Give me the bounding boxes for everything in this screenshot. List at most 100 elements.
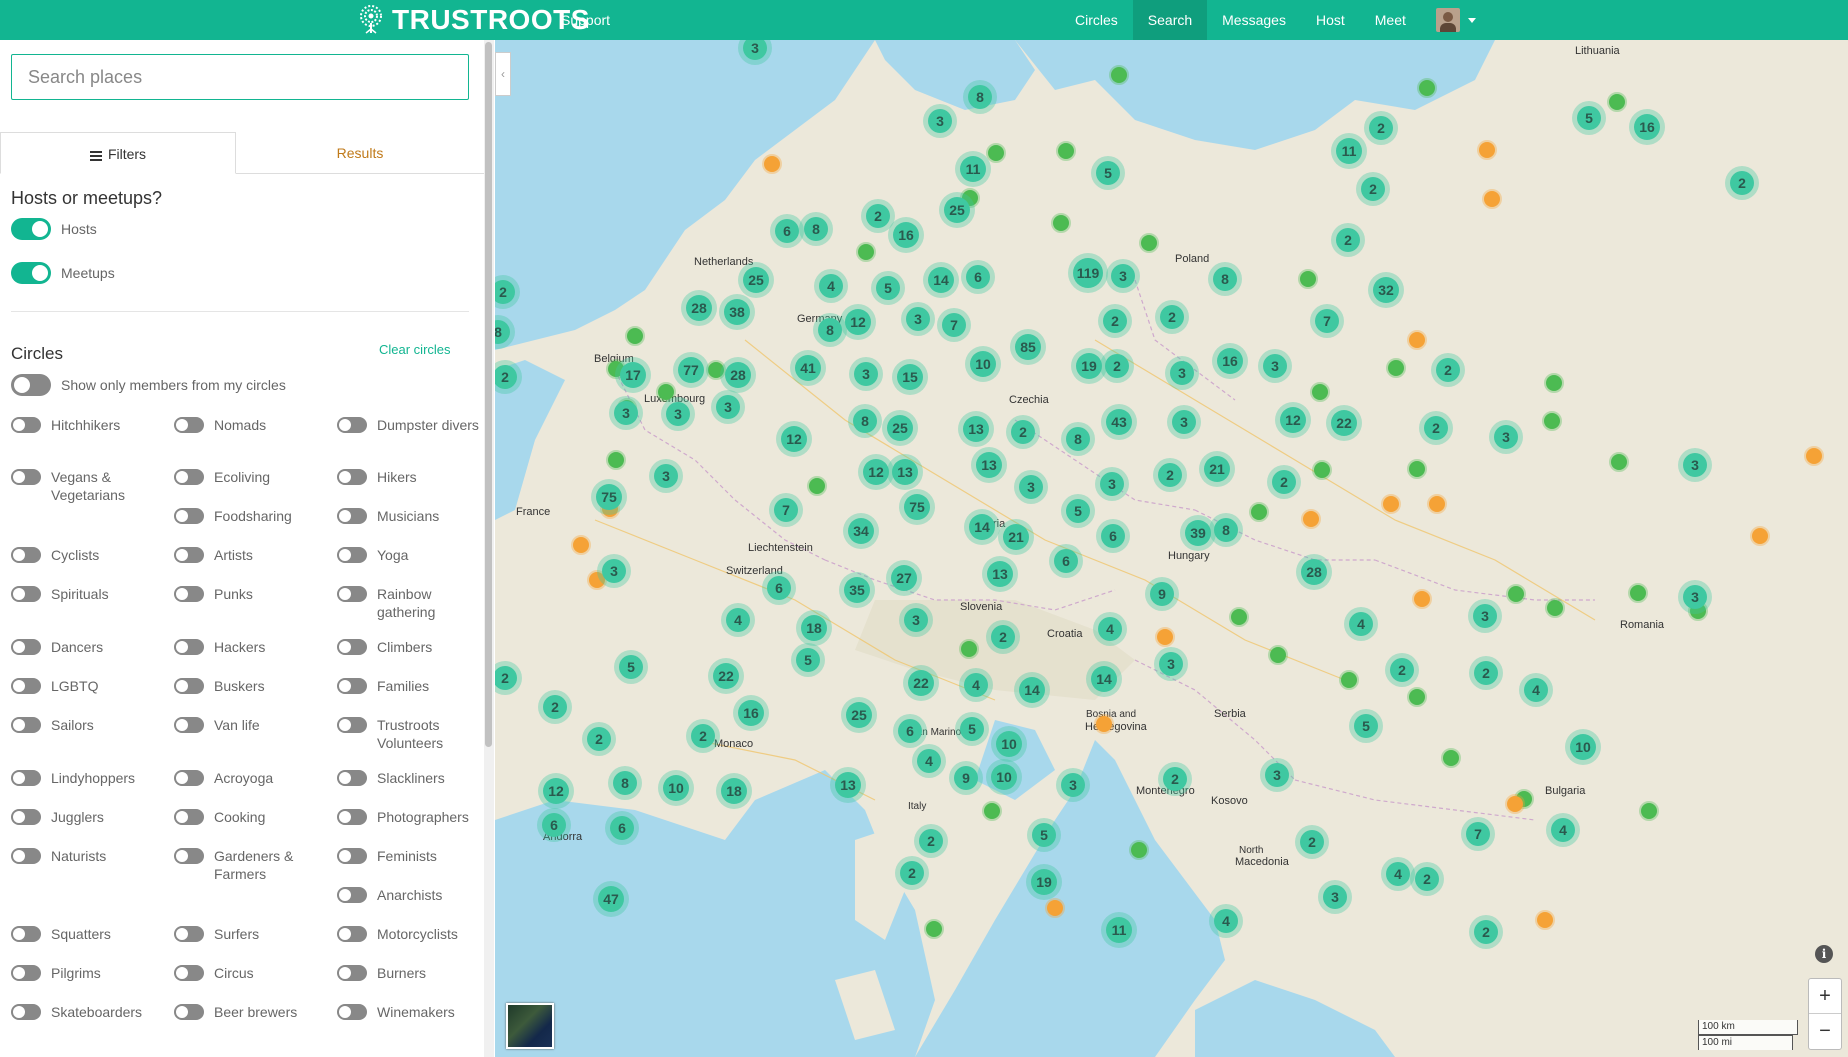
cluster-marker[interactable]: 11 xyxy=(1331,133,1367,169)
meetup-marker[interactable] xyxy=(1750,526,1770,546)
zoom-in-button[interactable]: + xyxy=(1809,979,1841,1014)
cluster-marker[interactable]: 2 xyxy=(582,722,616,756)
cluster-marker[interactable]: 10 xyxy=(991,726,1027,762)
circle-toggle[interactable] xyxy=(174,848,204,864)
circle-toggle[interactable] xyxy=(11,926,41,942)
cluster-marker[interactable]: 3 xyxy=(1095,467,1129,501)
meetup-marker[interactable] xyxy=(1045,898,1065,918)
nav-circles[interactable]: Circles xyxy=(1060,0,1133,40)
cluster-marker[interactable]: 32 xyxy=(1368,272,1404,308)
host-marker[interactable] xyxy=(1545,598,1565,618)
circle-toggle[interactable] xyxy=(11,678,41,694)
circle-toggle[interactable] xyxy=(337,717,367,733)
circle-toggle[interactable] xyxy=(11,848,41,864)
cluster-marker[interactable]: 3 xyxy=(1489,420,1523,454)
circle-toggle[interactable] xyxy=(11,417,41,433)
cluster-marker[interactable]: 85 xyxy=(1010,329,1046,365)
cluster-marker[interactable]: 7 xyxy=(1310,304,1344,338)
cluster-marker[interactable]: 3 xyxy=(1154,647,1188,681)
cluster-marker[interactable]: 75 xyxy=(899,489,935,525)
cluster-marker[interactable]: 2 xyxy=(986,620,1020,654)
cluster-marker[interactable]: 3 xyxy=(609,396,643,430)
meetup-marker[interactable] xyxy=(1804,446,1824,466)
host-marker[interactable] xyxy=(1129,840,1149,860)
cluster-marker[interactable]: 28 xyxy=(681,290,717,326)
host-marker[interactable] xyxy=(656,382,676,402)
cluster-marker[interactable]: 16 xyxy=(888,217,924,253)
circle-toggle[interactable] xyxy=(11,547,41,563)
cluster-marker[interactable]: 17 xyxy=(615,357,651,393)
host-marker[interactable] xyxy=(1506,584,1526,604)
user-menu[interactable] xyxy=(1421,0,1486,40)
cluster-marker[interactable]: 5 xyxy=(1572,101,1606,135)
host-marker[interactable] xyxy=(1407,687,1427,707)
cluster-marker[interactable]: 13 xyxy=(887,454,923,490)
cluster-marker[interactable]: 2 xyxy=(1331,223,1365,257)
cluster-marker[interactable]: 25 xyxy=(882,410,918,446)
cluster-marker[interactable]: 3 xyxy=(1056,768,1090,802)
cluster-marker[interactable]: 6 xyxy=(893,714,927,748)
circle-toggle[interactable] xyxy=(11,586,41,602)
host-marker[interactable] xyxy=(856,242,876,262)
cluster-marker[interactable]: 4 xyxy=(814,269,848,303)
cluster-marker[interactable]: 2 xyxy=(1295,825,1329,859)
cluster-marker[interactable]: 7 xyxy=(769,493,803,527)
cluster-marker[interactable]: 3 xyxy=(1468,599,1502,633)
cluster-marker[interactable]: 75 xyxy=(591,479,627,515)
host-marker[interactable] xyxy=(982,801,1002,821)
circle-toggle[interactable] xyxy=(337,469,367,485)
nav-meet[interactable]: Meet xyxy=(1360,0,1421,40)
circle-toggle[interactable] xyxy=(337,770,367,786)
cluster-marker[interactable]: 2 xyxy=(538,690,572,724)
host-marker[interactable] xyxy=(1639,801,1659,821)
cluster-marker[interactable]: 5 xyxy=(1091,156,1125,190)
cluster-marker[interactable]: 25 xyxy=(841,697,877,733)
cluster-marker[interactable]: 6 xyxy=(1096,519,1130,553)
cluster-marker[interactable]: 8 xyxy=(1208,262,1242,296)
zoom-out-button[interactable]: − xyxy=(1809,1014,1841,1049)
nav-messages[interactable]: Messages xyxy=(1207,0,1301,40)
meetup-marker[interactable] xyxy=(1094,714,1114,734)
cluster-marker[interactable]: 4 xyxy=(912,744,946,778)
cluster-marker[interactable]: 27 xyxy=(886,560,922,596)
cluster-marker[interactable]: 13 xyxy=(982,556,1018,592)
cluster-marker[interactable]: 3 xyxy=(649,459,683,493)
cluster-marker[interactable]: 28 xyxy=(720,357,756,393)
cluster-marker[interactable]: 25 xyxy=(939,192,975,228)
cluster-marker[interactable]: 2 xyxy=(1431,353,1465,387)
cluster-marker[interactable]: 2 xyxy=(1158,762,1192,796)
cluster-marker[interactable]: 3 xyxy=(1260,758,1294,792)
cluster-marker[interactable]: 14 xyxy=(1086,661,1122,697)
circle-toggle[interactable] xyxy=(174,1004,204,1020)
cluster-marker[interactable]: 21 xyxy=(998,519,1034,555)
cluster-marker[interactable]: 5 xyxy=(1349,709,1383,743)
cluster-marker[interactable]: 8 xyxy=(1061,422,1095,456)
cluster-marker[interactable]: 4 xyxy=(1519,673,1553,707)
nav-search[interactable]: Search xyxy=(1132,0,1208,40)
host-marker[interactable] xyxy=(1407,459,1427,479)
scrollbar-thumb[interactable] xyxy=(485,42,492,747)
cluster-marker[interactable]: 2 xyxy=(1006,415,1040,449)
circle-toggle[interactable] xyxy=(337,417,367,433)
cluster-marker[interactable]: 4 xyxy=(959,668,993,702)
cluster-marker[interactable]: 10 xyxy=(965,346,1001,382)
circle-toggle[interactable] xyxy=(174,639,204,655)
tab-filters[interactable]: Filters xyxy=(0,132,236,174)
cluster-marker[interactable]: 2 xyxy=(1364,111,1398,145)
host-marker[interactable] xyxy=(1051,213,1071,233)
cluster-marker[interactable]: 3 xyxy=(1106,259,1140,293)
circle-toggle[interactable] xyxy=(337,926,367,942)
host-marker[interactable] xyxy=(986,143,1006,163)
host-marker[interactable] xyxy=(1139,233,1159,253)
cluster-marker[interactable]: 4 xyxy=(1546,813,1580,847)
host-marker[interactable] xyxy=(1544,373,1564,393)
cluster-marker[interactable]: 3 xyxy=(711,390,745,424)
cluster-marker[interactable]: 9 xyxy=(1145,577,1179,611)
cluster-marker[interactable]: 4 xyxy=(1344,607,1378,641)
circle-toggle[interactable] xyxy=(11,469,41,485)
cluster-marker[interactable]: 3 xyxy=(923,104,957,138)
cluster-marker[interactable]: 6 xyxy=(961,260,995,294)
map-view[interactable]: LithuaniaBelarusPolandNetherlandsGermany… xyxy=(495,40,1848,1057)
cluster-marker[interactable]: 47 xyxy=(593,881,629,917)
cluster-marker[interactable]: 4 xyxy=(1093,612,1127,646)
